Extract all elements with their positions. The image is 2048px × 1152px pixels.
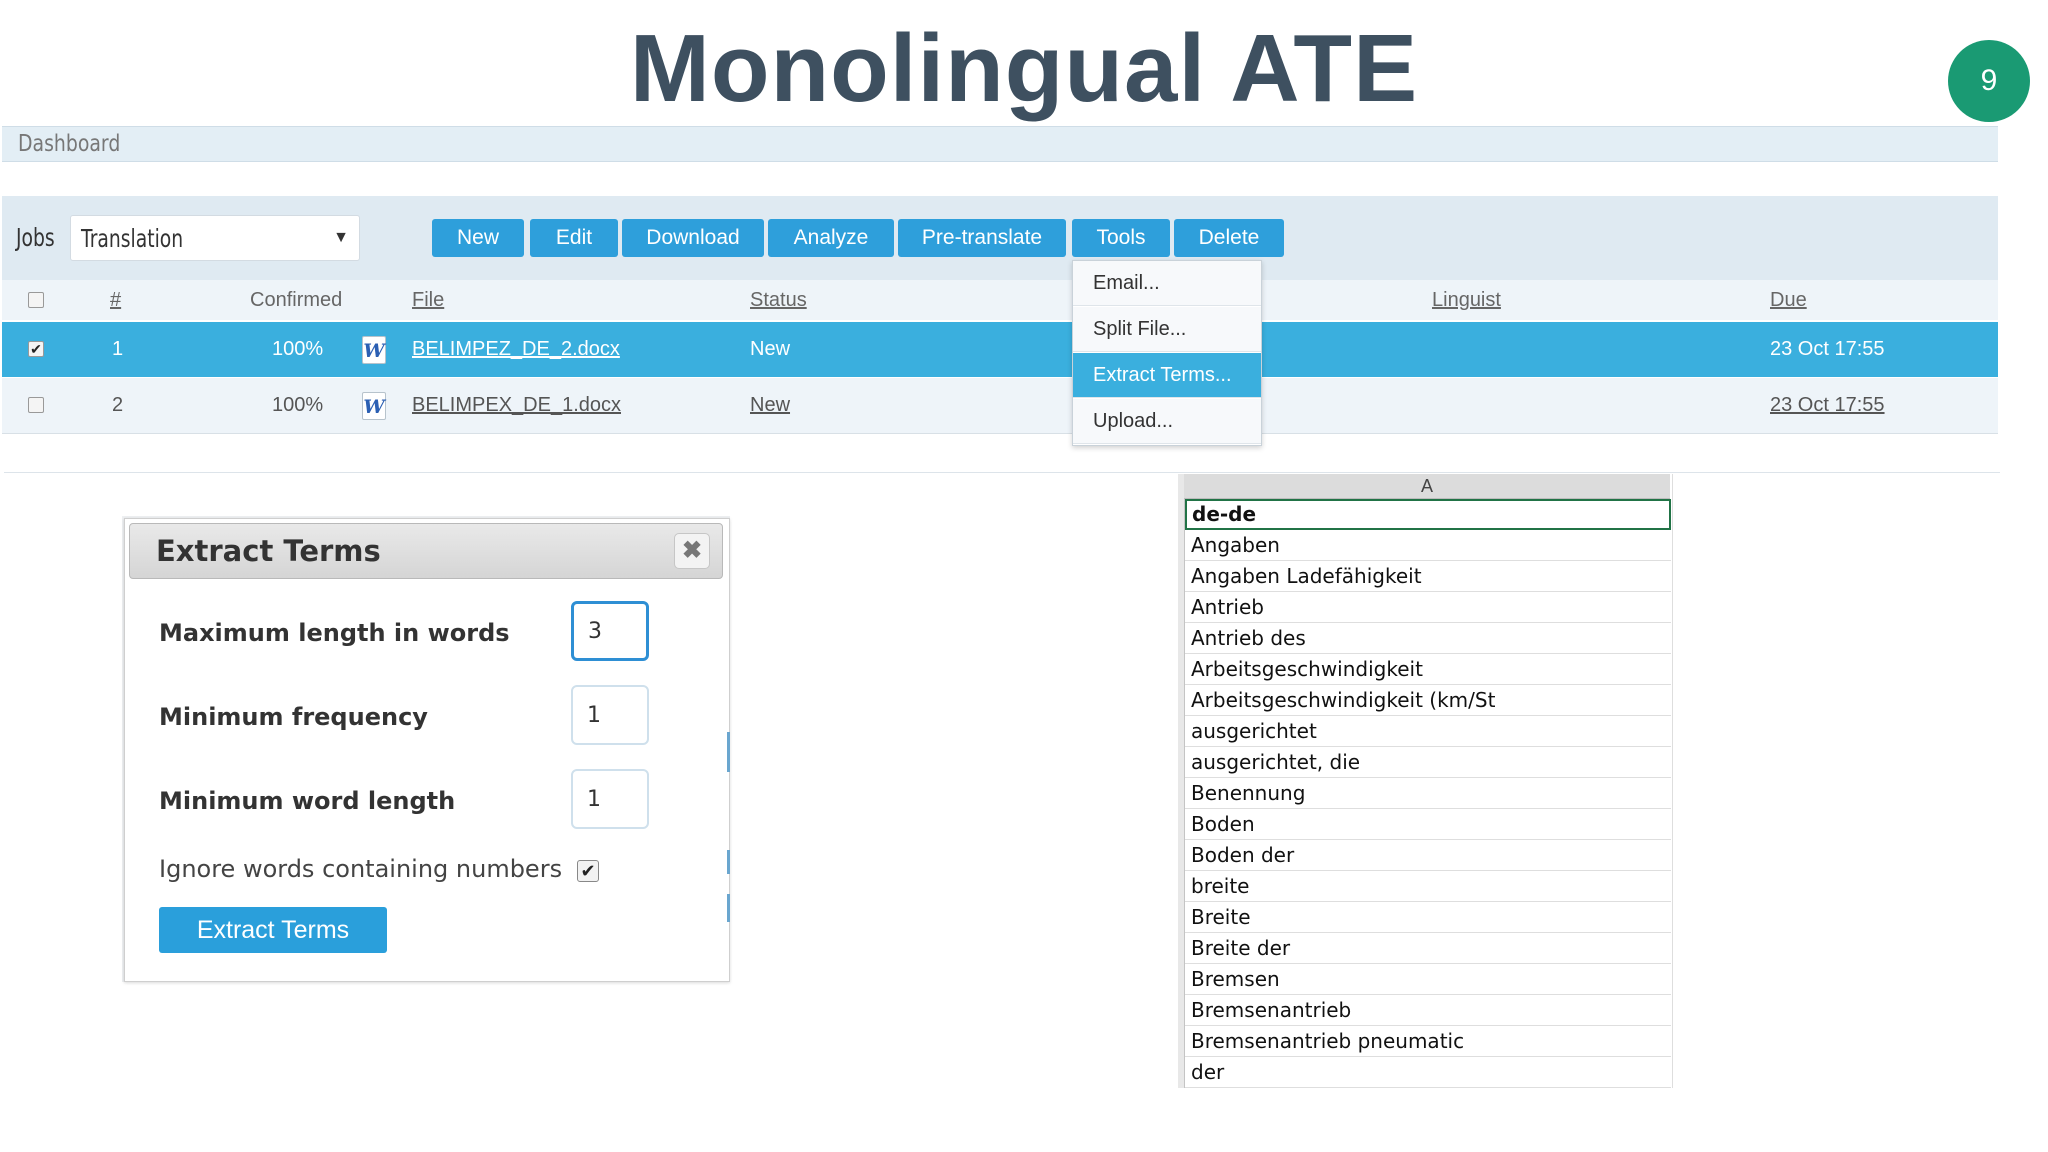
decorative-edge (727, 732, 730, 772)
sheet-cell[interactable]: breite (1185, 871, 1671, 902)
edit-button[interactable]: Edit (530, 219, 618, 257)
table-row[interactable]: ✔ 1 100% W BELIMPEZ_DE_2.docx New 23 Oct… (2, 322, 1998, 377)
ignore-numbers-label: Ignore words containing numbers (159, 855, 563, 883)
slide-title: Monolingual ATE (629, 15, 1419, 122)
sheet-cell[interactable]: Bremsenantrieb pneumatic (1185, 1026, 1671, 1057)
page-number-badge: 9 (1948, 40, 2030, 122)
dialog-title: Extract Terms (156, 534, 381, 568)
header-due[interactable]: Due (1770, 280, 1807, 320)
divider (4, 472, 2000, 473)
jobs-table-header: # Confirmed File Status Linguist Due (2, 280, 1998, 320)
job-type-value: Translation (81, 224, 184, 253)
header-file[interactable]: File (412, 280, 444, 320)
sheet-cell[interactable]: Antrieb des (1185, 623, 1671, 654)
max-length-input[interactable] (571, 601, 649, 661)
header-confirmed: Confirmed (250, 289, 343, 311)
delete-button[interactable]: Delete (1174, 219, 1284, 257)
row-due: 23 Oct 17:55 (1770, 338, 1885, 360)
sheet-cell[interactable]: Breite (1185, 902, 1671, 933)
sheet-cell[interactable]: ausgerichtet (1185, 716, 1671, 747)
menu-item-extract-terms[interactable]: Extract Terms... (1073, 353, 1261, 398)
word-file-icon: W (362, 336, 386, 364)
close-icon[interactable]: ✖ (674, 533, 710, 569)
row-status[interactable]: New (750, 378, 790, 433)
sheet-cell[interactable]: der (1185, 1057, 1671, 1088)
header-number[interactable]: # (110, 280, 121, 320)
row-confirmed: 100% (272, 338, 324, 360)
min-word-length-input[interactable] (571, 769, 649, 829)
divider (1672, 474, 1673, 1088)
jobs-toolbar: Jobs Translation ▼ New Edit Download Ana… (2, 196, 1998, 280)
ignore-numbers-checkbox[interactable]: ✔ (577, 860, 599, 882)
row-due[interactable]: 23 Oct 17:55 (1770, 378, 1885, 433)
caret-down-icon: ▼ (333, 229, 349, 246)
row-number: 1 (112, 338, 124, 360)
column-header-a[interactable]: A (1184, 474, 1670, 499)
sheet-cell[interactable]: Antrieb (1185, 592, 1671, 623)
sheet-cell[interactable]: Angaben (1185, 530, 1671, 561)
sheet-cell[interactable]: Angaben Ladefähigkeit (1185, 561, 1671, 592)
menu-item-upload[interactable]: Upload... (1073, 399, 1261, 444)
max-length-label: Maximum length in words (159, 619, 510, 647)
select-all-checkbox[interactable] (28, 292, 44, 308)
sheet-cell[interactable]: Bremsen (1185, 964, 1671, 995)
sheet-cell[interactable]: ausgerichtet, die (1185, 747, 1671, 778)
decorative-edge (727, 894, 730, 922)
jobs-label: Jobs (16, 223, 55, 252)
analyze-button[interactable]: Analyze (768, 219, 894, 257)
download-button[interactable]: Download (622, 219, 764, 257)
sheet-cell[interactable]: Benennung (1185, 778, 1671, 809)
selected-cell[interactable]: de-de (1185, 499, 1671, 530)
spreadsheet-excerpt: A de-de Angaben Angaben Ladefähigkeit Antri… (1178, 474, 1672, 1088)
sheet-cell[interactable]: Boden der (1185, 840, 1671, 871)
dashboard-label[interactable]: Dashboard (18, 127, 120, 161)
pre-translate-button[interactable]: Pre-translate (898, 219, 1066, 257)
sheet-cell[interactable]: Bremsenantrieb (1185, 995, 1671, 1026)
job-type-select[interactable]: Translation ▼ (70, 215, 360, 261)
new-button[interactable]: New (432, 219, 524, 257)
menu-item-split-file[interactable]: Split File... (1073, 307, 1261, 352)
extract-terms-dialog: Extract Terms ✖ Maximum length in words … (124, 518, 730, 982)
row-confirmed: 100% (272, 394, 324, 416)
sheet-cell[interactable]: Breite der (1185, 933, 1671, 964)
row-file-link[interactable]: BELIMPEZ_DE_2.docx (412, 322, 620, 377)
dashboard-bar: Dashboard (2, 126, 1998, 162)
header-linguist[interactable]: Linguist (1432, 280, 1501, 320)
tools-dropdown-menu: Email... Split File... Extract Terms... … (1072, 260, 1262, 446)
sheet-cell[interactable]: Arbeitsgeschwindigkeit (km/St (1185, 685, 1671, 716)
sheet-cell[interactable]: Boden (1185, 809, 1671, 840)
row-number: 2 (112, 394, 124, 416)
min-word-length-label: Minimum word length (159, 787, 456, 815)
jobs-panel: Jobs Translation ▼ New Edit Download Ana… (2, 196, 1998, 437)
row-checkbox[interactable]: ✔ (28, 341, 44, 357)
header-status[interactable]: Status (750, 280, 807, 320)
tools-button[interactable]: Tools (1072, 219, 1170, 257)
row-header-strip (1178, 474, 1185, 1088)
table-row[interactable]: 2 100% W BELIMPEX_DE_1.docx New 23 Oct 1… (2, 378, 1998, 434)
row-checkbox[interactable] (28, 397, 44, 413)
word-file-icon: W (362, 392, 386, 420)
menu-item-email[interactable]: Email... (1073, 261, 1261, 306)
row-status: New (750, 338, 791, 360)
min-frequency-input[interactable] (571, 685, 649, 745)
sheet-cell[interactable]: Arbeitsgeschwindigkeit (1185, 654, 1671, 685)
dialog-header: Extract Terms ✖ (129, 523, 723, 579)
row-file-link[interactable]: BELIMPEX_DE_1.docx (412, 378, 621, 433)
decorative-edge (727, 850, 730, 874)
extract-terms-button[interactable]: Extract Terms (159, 907, 387, 953)
min-frequency-label: Minimum frequency (159, 703, 428, 731)
